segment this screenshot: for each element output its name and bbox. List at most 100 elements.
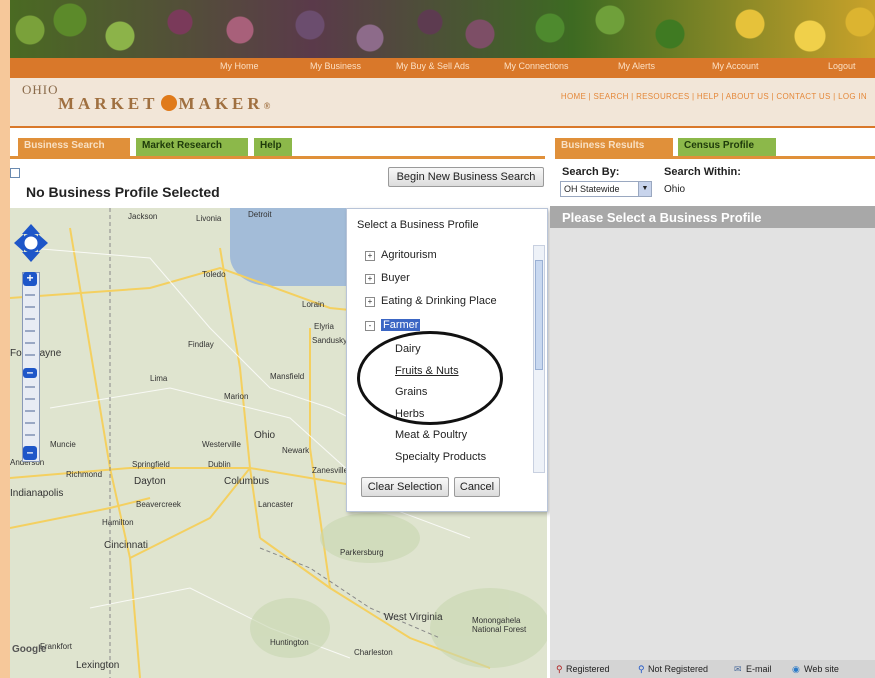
no-profile-heading: No Business Profile Selected: [26, 184, 220, 200]
app-frame: My Home My Business My Buy & Sell Ads My…: [10, 0, 875, 678]
map-label-lorain: Lorain: [302, 300, 325, 309]
tree-item-meat-poultry[interactable]: Meat & Poultry: [395, 429, 467, 441]
search-within-label: Search Within:: [664, 166, 741, 178]
tab-market-research[interactable]: Market Research: [136, 138, 248, 156]
map-label-west-virginia: West Virginia: [384, 612, 443, 623]
results-panel: [550, 228, 875, 660]
map-label-mansfield: Mansfield: [270, 372, 305, 381]
search-within-value: Ohio: [664, 184, 686, 195]
results-header: Please Select a Business Profile: [550, 206, 875, 228]
map-label-elyria: Elyria: [314, 322, 335, 331]
map-label-monongahela: Monongahela National Forest: [472, 616, 527, 634]
map-legend: ⚲ Registered ⚲ Not Registered ✉ E-mail ◉…: [550, 660, 875, 678]
zoom-tick: [25, 354, 35, 356]
clear-selection-button[interactable]: Clear Selection: [361, 477, 449, 497]
map-label-westerville: Westerville: [202, 440, 241, 449]
zoom-tick: [25, 306, 35, 308]
zoom-handle-icon[interactable]: –: [23, 366, 37, 378]
pan-control-icon[interactable]: [14, 224, 48, 262]
google-logo: Google: [12, 644, 47, 655]
please-select-text: Please Select a Business Profile: [562, 210, 762, 225]
search-by-select[interactable]: OH Statewide ▼: [560, 181, 652, 197]
map-label-lexington: Lexington: [76, 660, 120, 671]
zoom-tick: [25, 398, 35, 400]
map-label-cincinnati: Cincinnati: [104, 540, 148, 551]
map-label-richmond: Richmond: [66, 470, 103, 479]
website-icon: ◉: [792, 664, 800, 674]
tab-business-search[interactable]: Business Search: [18, 138, 130, 156]
email-icon: ✉: [734, 664, 742, 674]
legend-email: E-mail: [746, 664, 772, 674]
tree-item-eating-drinking[interactable]: + Eating & Drinking Place: [365, 295, 497, 307]
nav-buy-sell-ads[interactable]: My Buy & Sell Ads: [396, 61, 470, 71]
expand-icon[interactable]: +: [365, 274, 375, 284]
map-label-dayton: Dayton: [134, 476, 166, 487]
zoom-tick: [25, 386, 35, 388]
legend-not-registered: Not Registered: [648, 664, 709, 674]
dialog-title: Select a Business Profile: [357, 219, 479, 231]
annotation-circle: [357, 331, 503, 425]
vegetable-banner-image: [10, 0, 875, 58]
zoom-in-icon[interactable]: +: [23, 272, 37, 286]
tab-underline-right: [555, 156, 875, 159]
logo-ohio: OHIO: [22, 82, 59, 97]
tab-underline-left: [10, 156, 545, 159]
tree-item-specialty[interactable]: Specialty Products: [395, 451, 486, 463]
tree-item-buyer[interactable]: + Buyer: [365, 272, 410, 284]
expand-icon[interactable]: +: [365, 297, 375, 307]
chevron-down-icon[interactable]: ▼: [638, 182, 651, 196]
logo-registered: ®: [263, 101, 275, 111]
nav-my-account[interactable]: My Account: [712, 61, 759, 71]
map-label-jackson: Jackson: [128, 212, 158, 221]
business-profile-dialog: Select a Business Profile + Agritourism +…: [346, 208, 548, 512]
map-label-marion: Marion: [224, 392, 249, 401]
map-label-beavercreek: Beavercreek: [136, 500, 181, 509]
map-label-livonia: Livonia: [196, 214, 222, 223]
map-label-lancaster: Lancaster: [258, 500, 294, 509]
tab-census-profile[interactable]: Census Profile: [678, 138, 776, 156]
nav-my-connections[interactable]: My Connections: [504, 61, 569, 71]
search-by-label: Search By:: [562, 166, 620, 178]
zoom-out-icon[interactable]: –: [23, 446, 37, 460]
map-label-springfield: Springfield: [132, 460, 170, 469]
tree-item-agritourism[interactable]: + Agritourism: [365, 249, 437, 261]
map-label-lima: Lima: [150, 374, 168, 383]
map-label-muncie: Muncie: [50, 440, 76, 449]
legend-website: Web site: [804, 664, 839, 674]
dialog-scrollbar[interactable]: [533, 245, 545, 473]
tree-item-farmer[interactable]: - Farmer: [365, 319, 421, 331]
tab-help[interactable]: Help: [254, 138, 292, 156]
map-label-hamilton: Hamilton: [102, 518, 134, 527]
map-label-newark: Newark: [282, 446, 310, 455]
map-label-charleston: Charleston: [354, 648, 393, 657]
zoom-tick: [25, 422, 35, 424]
legend-registered: Registered: [566, 664, 610, 674]
zoom-tick: [25, 410, 35, 412]
map-label-huntington: Huntington: [270, 638, 309, 647]
map-label-detroit: Detroit: [248, 210, 272, 219]
logo-maker: MAKER: [178, 94, 264, 113]
nav-logout[interactable]: Logout: [828, 61, 856, 71]
logo-market: MARKET: [58, 94, 159, 113]
zoom-tick: [25, 318, 35, 320]
map-label-zanesville: Zanesville: [312, 466, 349, 475]
expand-icon[interactable]: +: [365, 251, 375, 261]
secondary-navigation[interactable]: HOME | SEARCH | RESOURCES | HELP | ABOUT…: [561, 92, 867, 101]
map-label-findlay: Findlay: [188, 340, 214, 349]
nav-my-business[interactable]: My Business: [310, 61, 361, 71]
nav-my-home[interactable]: My Home: [220, 61, 259, 71]
top-navigation: My Home My Business My Buy & Sell Ads My…: [10, 58, 875, 78]
cancel-button[interactable]: Cancel: [454, 477, 500, 497]
collapse-icon[interactable]: [10, 168, 20, 178]
map-label-parkersburg: Parkersburg: [340, 548, 384, 557]
zoom-tick: [25, 342, 35, 344]
scrollbar-thumb[interactable]: [535, 260, 543, 370]
tab-business-results[interactable]: Business Results: [555, 138, 673, 156]
map-label-indianapolis: Indianapolis: [10, 488, 64, 499]
zoom-tick: [25, 434, 35, 436]
collapse-icon[interactable]: -: [365, 321, 375, 331]
nav-my-alerts[interactable]: My Alerts: [618, 61, 655, 71]
logo-marketmaker[interactable]: MARKET MAKER®: [58, 94, 274, 114]
begin-new-search-button[interactable]: Begin New Business Search: [388, 167, 544, 187]
zoom-tick: [25, 294, 35, 296]
